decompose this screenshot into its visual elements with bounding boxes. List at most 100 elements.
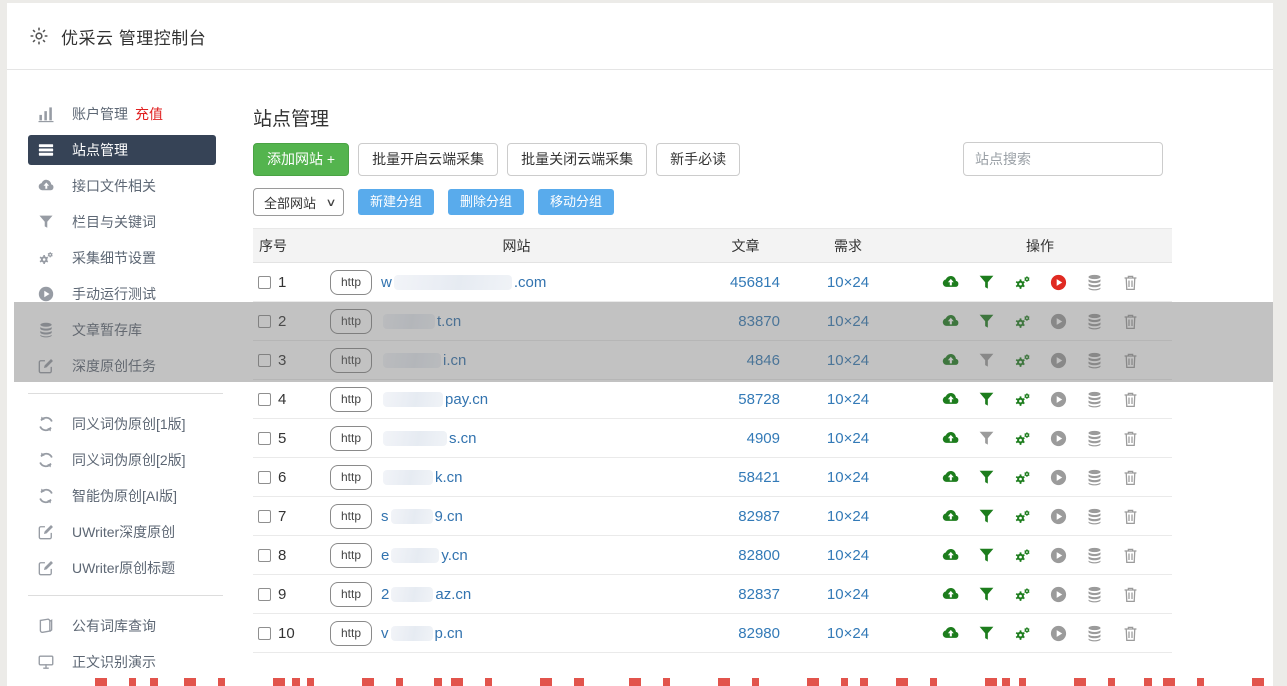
filter-button[interactable] (977, 468, 996, 487)
http-badge[interactable]: http (330, 425, 373, 451)
articles-count-link[interactable]: 82837 (738, 586, 780, 603)
filter-button[interactable] (977, 390, 996, 409)
add-site-button[interactable]: 添加网站 + (253, 143, 350, 176)
run-button[interactable] (1049, 507, 1068, 526)
http-badge[interactable]: http (330, 620, 373, 646)
cloud-collect-button[interactable] (941, 429, 960, 448)
sidebar-item-article-store[interactable]: 文章暂存库 (7, 312, 253, 348)
article-store-button[interactable] (1085, 390, 1104, 409)
delete-button[interactable] (1121, 585, 1140, 604)
filter-button[interactable] (977, 312, 996, 331)
settings-button[interactable] (1013, 507, 1032, 526)
new-group-button[interactable]: 新建分组 (358, 189, 435, 215)
newbie-guide-button[interactable]: 新手必读 (656, 143, 741, 176)
sidebar-item-thesaurus[interactable]: 公有词库查询 (7, 608, 253, 644)
articles-count-link[interactable]: 58728 (738, 391, 780, 408)
filter-button[interactable] (977, 351, 996, 370)
settings-button[interactable] (1013, 273, 1032, 292)
settings-button[interactable] (1013, 312, 1032, 331)
settings-button[interactable] (1013, 624, 1032, 643)
http-badge[interactable]: http (330, 464, 373, 490)
filter-button[interactable] (977, 429, 996, 448)
run-button[interactable] (1049, 468, 1068, 487)
filter-button[interactable] (977, 624, 996, 643)
sidebar-item-collect-settings[interactable]: 采集细节设置 (7, 240, 253, 276)
delete-button[interactable] (1121, 507, 1140, 526)
sidebar-item-uwriter-title[interactable]: UWriter原创标题 (7, 550, 253, 586)
sidebar-item-columns-keywords[interactable]: 栏目与关键词 (7, 204, 253, 240)
sidebar-item-api-files[interactable]: 接口文件相关 (7, 168, 253, 204)
settings-button[interactable] (1013, 351, 1032, 370)
filter-button[interactable] (977, 507, 996, 526)
cloud-collect-button[interactable] (941, 585, 960, 604)
sidebar-item-sites[interactable]: 站点管理 (28, 135, 216, 165)
sidebar-item-manual-test[interactable]: 手动运行测试 (7, 276, 253, 312)
cloud-collect-button[interactable] (941, 351, 960, 370)
row-checkbox[interactable] (258, 275, 271, 289)
filter-button[interactable] (977, 585, 996, 604)
row-checkbox[interactable] (258, 470, 271, 484)
http-badge[interactable]: http (330, 386, 373, 412)
cloud-collect-button[interactable] (941, 468, 960, 487)
delete-group-button[interactable]: 删除分组 (448, 189, 525, 215)
cloud-collect-button[interactable] (941, 390, 960, 409)
cloud-collect-button[interactable] (941, 273, 960, 292)
delete-button[interactable] (1121, 429, 1140, 448)
batch-close-cloud-collect-button[interactable]: 批量关闭云端采集 (507, 143, 648, 176)
sidebar-item-synonym-v1[interactable]: 同义词伪原创[1版] (7, 406, 253, 442)
cloud-collect-button[interactable] (941, 312, 960, 331)
sidebar-item-uwriter-deep[interactable]: UWriter深度原创 (7, 514, 253, 550)
cloud-collect-button[interactable] (941, 624, 960, 643)
row-checkbox[interactable] (258, 353, 271, 367)
run-button[interactable] (1049, 390, 1068, 409)
delete-button[interactable] (1121, 546, 1140, 565)
row-checkbox[interactable] (258, 392, 271, 406)
row-checkbox[interactable] (258, 587, 271, 601)
http-badge[interactable]: http (330, 542, 373, 568)
article-store-button[interactable] (1085, 468, 1104, 487)
settings-button[interactable] (1013, 429, 1032, 448)
http-badge[interactable]: http (330, 308, 373, 334)
run-button[interactable] (1049, 273, 1068, 292)
group-filter-select[interactable]: 全部网站 ∨ (253, 188, 344, 216)
sidebar-item-synonym-v2[interactable]: 同义词伪原创[2版] (7, 442, 253, 478)
articles-count-link[interactable]: 82800 (738, 547, 780, 564)
filter-button[interactable] (977, 546, 996, 565)
row-checkbox[interactable] (258, 548, 271, 562)
delete-button[interactable] (1121, 624, 1140, 643)
row-checkbox[interactable] (258, 626, 271, 640)
article-store-button[interactable] (1085, 312, 1104, 331)
articles-count-link[interactable]: 4909 (747, 430, 780, 447)
delete-button[interactable] (1121, 390, 1140, 409)
article-store-button[interactable] (1085, 546, 1104, 565)
article-store-button[interactable] (1085, 273, 1104, 292)
settings-button[interactable] (1013, 585, 1032, 604)
articles-count-link[interactable]: 83870 (738, 313, 780, 330)
run-button[interactable] (1049, 546, 1068, 565)
http-badge[interactable]: http (330, 347, 373, 373)
articles-count-link[interactable]: 82980 (738, 625, 780, 642)
cloud-collect-button[interactable] (941, 546, 960, 565)
batch-open-cloud-collect-button[interactable]: 批量开启云端采集 (358, 143, 499, 176)
articles-count-link[interactable]: 82987 (738, 508, 780, 525)
delete-button[interactable] (1121, 468, 1140, 487)
filter-button[interactable] (977, 273, 996, 292)
article-store-button[interactable] (1085, 507, 1104, 526)
run-button[interactable] (1049, 624, 1068, 643)
cloud-collect-button[interactable] (941, 507, 960, 526)
article-store-button[interactable] (1085, 585, 1104, 604)
delete-button[interactable] (1121, 273, 1140, 292)
article-store-button[interactable] (1085, 624, 1104, 643)
run-button[interactable] (1049, 429, 1068, 448)
sidebar-item-account[interactable]: 账户管理 充值 (7, 96, 253, 132)
site-search-input[interactable] (963, 142, 1163, 176)
http-badge[interactable]: http (330, 581, 373, 607)
articles-count-link[interactable]: 4846 (747, 352, 780, 369)
http-badge[interactable]: http (330, 503, 373, 529)
move-group-button[interactable]: 移动分组 (538, 189, 615, 215)
recharge-link[interactable]: 充值 (135, 104, 163, 124)
settings-button[interactable] (1013, 546, 1032, 565)
run-button[interactable] (1049, 351, 1068, 370)
row-checkbox[interactable] (258, 509, 271, 523)
http-badge[interactable]: http (330, 269, 373, 295)
